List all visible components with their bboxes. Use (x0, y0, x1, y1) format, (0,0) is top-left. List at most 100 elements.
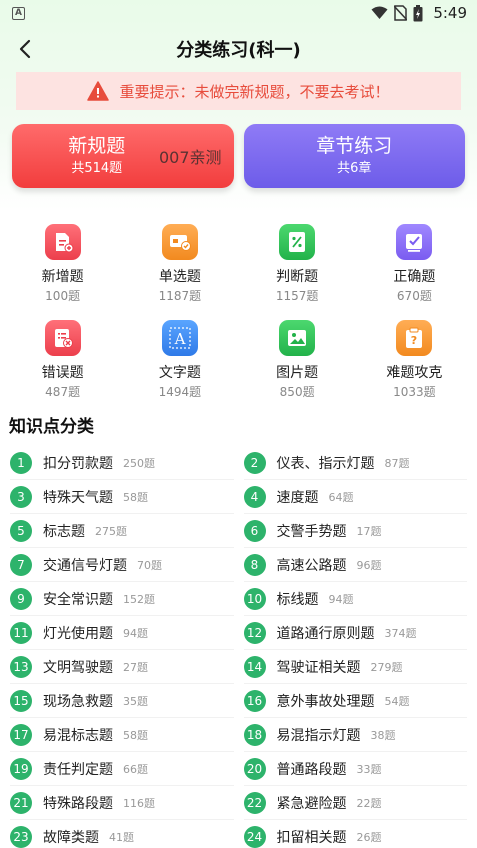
kp-count: 54题 (384, 694, 410, 708)
knowledge-point-item[interactable]: 12 道路通行原则题 374题 (243, 616, 467, 650)
knowledge-point-item[interactable]: 11 灯光使用题 94题 (10, 616, 234, 650)
kp-name: 易混指示灯题 (276, 727, 361, 744)
kp-count: 17题 (356, 524, 382, 538)
chapter-practice-title: 章节练习 (316, 135, 393, 157)
knowledge-point-item[interactable]: 22 紧急避险题 22题 (243, 786, 467, 820)
kp-count: 41题 (109, 830, 134, 844)
knowledge-point-item[interactable]: 13 文明驾驶题 27题 (10, 650, 234, 684)
knowledge-point-item[interactable]: 6 交警手势题 17题 (243, 514, 467, 548)
page-title: 分类练习(科一) (176, 40, 301, 61)
kp-name: 意外事故处理题 (276, 693, 375, 710)
grid-item-count: 100题 (45, 289, 81, 303)
image-icon (279, 320, 316, 356)
knowledge-point-item[interactable]: 8 高速公路题 96题 (243, 548, 467, 582)
kp-number-badge: 24 (243, 825, 266, 848)
grid-item-new[interactable]: 新增题 100题 (4, 224, 121, 312)
kp-name: 标线题 (276, 591, 319, 608)
kp-number-badge: 22 (243, 791, 266, 814)
kp-name: 道路通行原则题 (276, 625, 375, 642)
percent-icon (279, 224, 316, 260)
app-notification-icon: A (12, 6, 25, 20)
knowledge-point-item[interactable]: 7 交通信号灯题 70题 (10, 548, 234, 582)
grid-item-single-choice[interactable]: 单选题 1187题 (121, 224, 238, 312)
kp-count: 275题 (95, 524, 127, 538)
kp-number-badge: 15 (10, 689, 32, 712)
kp-name: 灯光使用题 (43, 625, 113, 642)
kp-name: 扣分罚款题 (43, 455, 113, 472)
knowledge-point-item[interactable]: 9 安全常识题 152题 (10, 582, 234, 616)
kp-name: 标志题 (43, 523, 85, 540)
knowledge-point-item[interactable]: 5 标志题 275题 (10, 514, 234, 548)
grid-item-image[interactable]: 图片题 850题 (239, 320, 356, 408)
knowledge-point-item[interactable]: 4 速度题 64题 (243, 480, 467, 514)
kp-count: 94题 (123, 626, 148, 640)
kp-count: 58题 (123, 728, 148, 742)
kp-number-badge: 6 (243, 519, 266, 542)
knowledge-point-item[interactable]: 14 驾驶证相关题 279题 (243, 650, 467, 684)
knowledge-point-item[interactable]: 23 故障类题 41题 (10, 820, 234, 848)
knowledge-point-item[interactable]: 10 标线题 94题 (243, 582, 467, 616)
warning-text: 重要提示：未做完新规题，不要去考试！ (119, 82, 390, 101)
grid-item-difficult[interactable]: ? 难题攻克 1033题 (356, 320, 473, 408)
knowledge-point-item[interactable]: 17 易混标志题 58题 (10, 718, 234, 752)
svg-text:?: ? (411, 334, 417, 347)
text-a-icon: A (161, 320, 198, 356)
kp-name: 交警手势题 (276, 523, 347, 540)
grid-item-wrong[interactable]: 错误题 487题 (4, 320, 121, 408)
knowledge-point-item[interactable]: 2 仪表、指示灯题 87题 (243, 446, 467, 480)
knowledge-point-item[interactable]: 3 特殊天气题 58题 (10, 480, 234, 514)
kp-name: 仪表、指示灯题 (276, 455, 375, 472)
kp-count: 27题 (123, 660, 148, 674)
grid-item-label: 图片题 (276, 365, 319, 381)
kp-number-badge: 17 (10, 723, 32, 746)
kp-count: 58题 (123, 490, 148, 504)
kp-count: 22题 (356, 796, 382, 810)
wifi-icon (371, 6, 388, 19)
kp-count: 38题 (370, 728, 396, 742)
knowledge-point-item[interactable]: 15 现场急救题 35题 (10, 684, 234, 718)
kp-number-badge: 9 (10, 587, 32, 610)
knowledge-point-item[interactable]: 24 扣留相关题 26题 (243, 820, 468, 848)
grid-item-text[interactable]: A 文字题 1494题 (121, 320, 238, 408)
grid-item-correct[interactable]: 正确题 670题 (356, 224, 473, 312)
kp-name: 现场急救题 (43, 693, 113, 710)
knowledge-point-item[interactable]: 1 扣分罚款题 250题 (10, 446, 234, 480)
grid-item-count: 487题 (45, 385, 81, 399)
kp-number-badge: 3 (10, 485, 32, 508)
grid-item-label: 正确题 (393, 269, 436, 285)
kp-number-badge: 4 (243, 485, 266, 508)
kp-count: 116题 (123, 796, 155, 810)
knowledge-point-item[interactable]: 20 普通路段题 33题 (243, 752, 467, 786)
kp-count: 279题 (370, 660, 403, 674)
kp-number-badge: 11 (10, 621, 32, 644)
kp-count: 33题 (356, 762, 382, 776)
kp-count: 66题 (123, 762, 148, 776)
new-rules-count: 共514题 (71, 161, 123, 176)
kp-name: 速度题 (276, 489, 319, 506)
svg-text:A: A (173, 330, 185, 348)
kp-number-badge: 10 (243, 587, 266, 610)
kp-number-badge: 19 (10, 757, 32, 780)
knowledge-point-item[interactable]: 19 责任判定题 66题 (10, 752, 234, 786)
question-clipboard-icon: ? (396, 320, 433, 356)
kp-name: 普通路段题 (276, 761, 347, 778)
knowledge-point-item[interactable]: 18 易混指示灯题 38题 (243, 718, 467, 752)
kp-number-badge: 5 (10, 519, 32, 542)
grid-item-label: 难题攻克 (386, 365, 443, 381)
grid-item-true-false[interactable]: 判断题 1157题 (239, 224, 356, 312)
knowledge-point-item[interactable]: 21 特殊路段题 116题 (10, 786, 234, 820)
kp-name: 交通信号灯题 (43, 557, 127, 574)
grid-item-count: 1187题 (158, 289, 202, 303)
chapter-practice-card[interactable]: 章节练习 共6章 (243, 124, 465, 188)
knowledge-point-item[interactable]: 16 意外事故处理题 54题 (243, 684, 467, 718)
kp-number-badge: 1 (10, 451, 32, 474)
kp-count: 94题 (328, 592, 354, 606)
kp-name: 特殊路段题 (43, 795, 113, 812)
list-error-icon (44, 320, 81, 356)
kp-name: 易混标志题 (43, 727, 113, 744)
kp-name: 责任判定题 (43, 761, 113, 778)
back-button[interactable] (12, 36, 38, 62)
kp-number-badge: 12 (243, 621, 266, 644)
new-rules-card[interactable]: 新规题 共514题 007亲测 (12, 124, 234, 188)
kp-count: 70题 (137, 558, 162, 572)
